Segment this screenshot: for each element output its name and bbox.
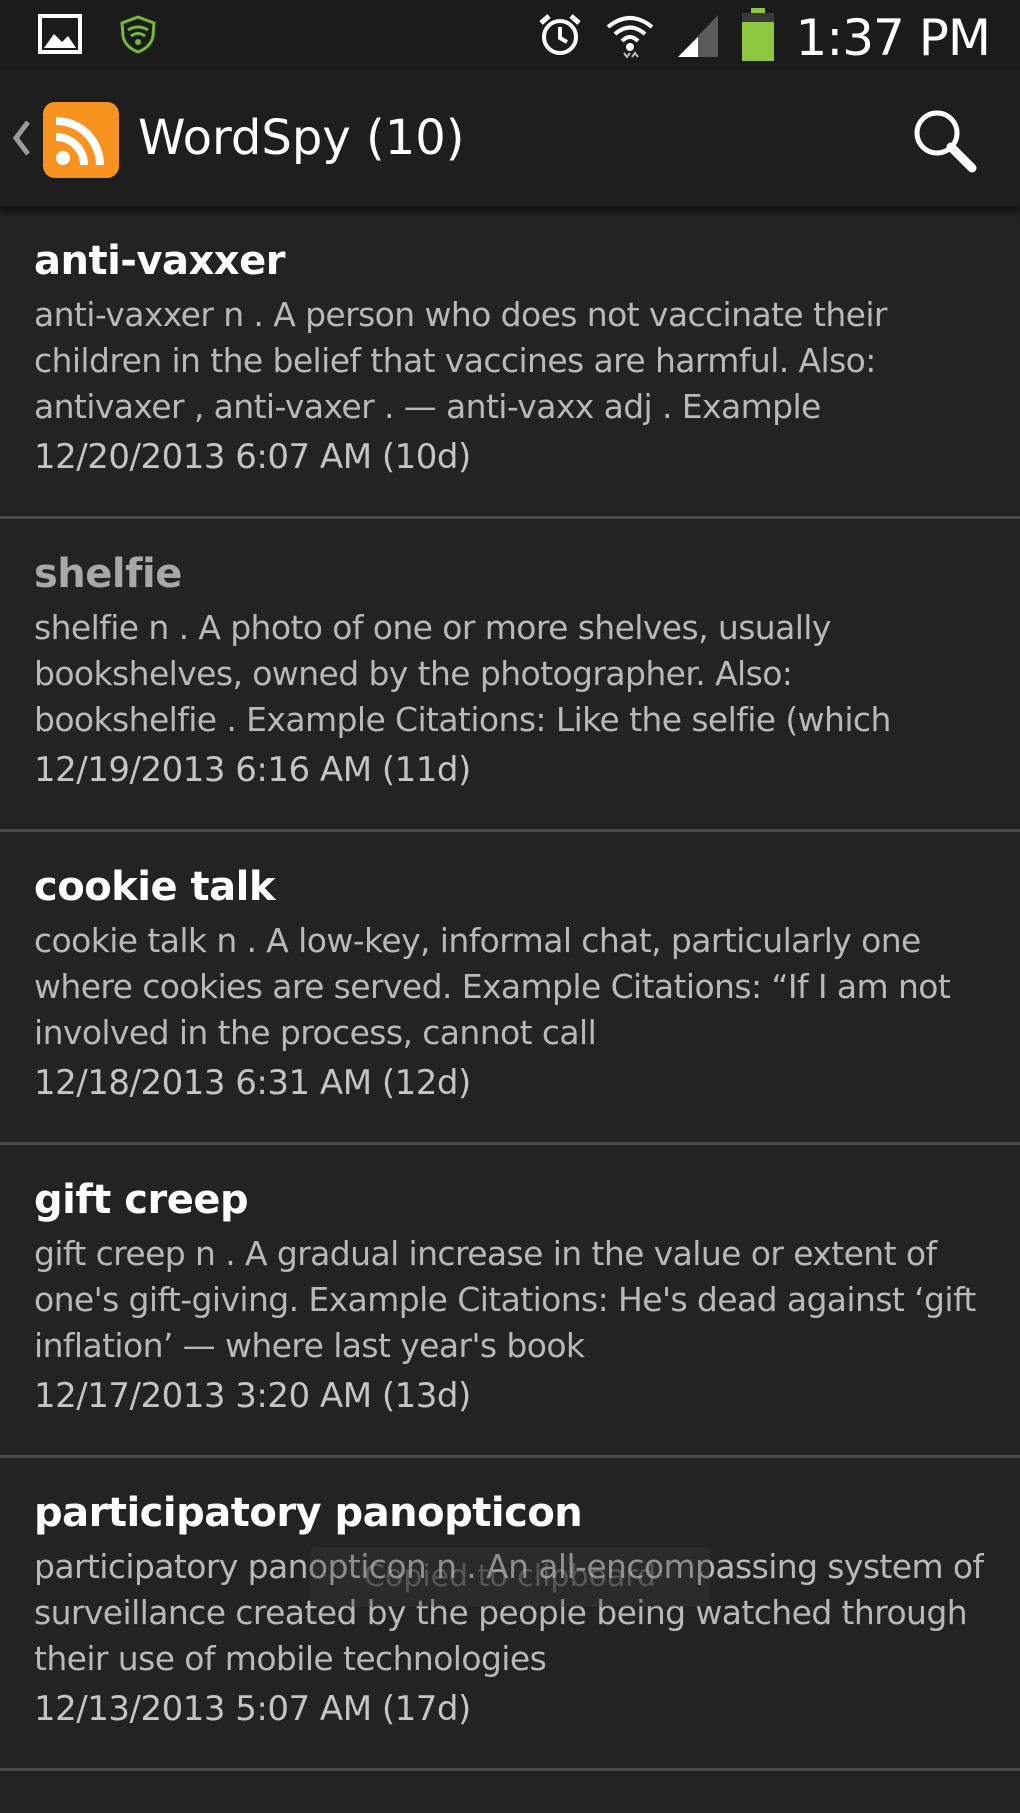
item-title: participatory panopticon xyxy=(34,1490,583,1536)
search-icon[interactable] xyxy=(910,106,978,174)
item-title: anti-vaxxer xyxy=(34,238,285,284)
action-bar: WordSpy (10) xyxy=(0,70,1020,206)
item-snippet: shelfie n . A photo of one or more shelv… xyxy=(34,608,891,739)
battery-icon xyxy=(740,8,776,67)
back-caret-icon[interactable] xyxy=(10,118,32,163)
item-date: 12/17/2013 3:20 AM (13d) xyxy=(34,1376,471,1416)
item-snippet: anti-vaxxer n . A person who does not va… xyxy=(34,295,887,426)
toast-message: Copied to clipboard xyxy=(310,1547,710,1607)
item-snippet: cookie talk n . A low-key, informal chat… xyxy=(34,921,951,1052)
page-title: WordSpy (10) xyxy=(138,110,465,166)
item-snippet: gift creep n . A gradual increase in the… xyxy=(34,1234,976,1365)
alarm-icon xyxy=(536,11,584,64)
signal-icon xyxy=(676,11,720,64)
item-title: shelfie xyxy=(34,551,182,597)
clock: 1:37 PM xyxy=(795,8,991,67)
list-item[interactable]: anti-vaxxer anti-vaxxer n . A person who… xyxy=(0,206,1020,519)
item-title: gift creep xyxy=(34,1177,249,1223)
feed-list: anti-vaxxer anti-vaxxer n . A person who… xyxy=(0,206,1020,1771)
list-item[interactable]: participatory panopticon participatory p… xyxy=(0,1458,1020,1771)
shield-icon xyxy=(118,14,158,59)
wifi-icon xyxy=(604,11,656,64)
item-date: 12/13/2013 5:07 AM (17d) xyxy=(34,1689,471,1729)
item-date: 12/19/2013 6:16 AM (11d) xyxy=(34,750,471,790)
rss-icon[interactable] xyxy=(43,102,119,178)
list-item[interactable]: gift creep gift creep n . A gradual incr… xyxy=(0,1145,1020,1458)
list-item[interactable]: shelfie shelfie n . A photo of one or mo… xyxy=(0,519,1020,832)
status-bar: 1:37 PM xyxy=(0,0,1020,70)
item-date: 12/20/2013 6:07 AM (10d) xyxy=(34,437,471,477)
item-date: 12/18/2013 6:31 AM (12d) xyxy=(34,1063,471,1103)
item-title: cookie talk xyxy=(34,864,275,910)
gallery-icon xyxy=(38,14,82,59)
list-item[interactable]: cookie talk cookie talk n . A low-key, i… xyxy=(0,832,1020,1145)
